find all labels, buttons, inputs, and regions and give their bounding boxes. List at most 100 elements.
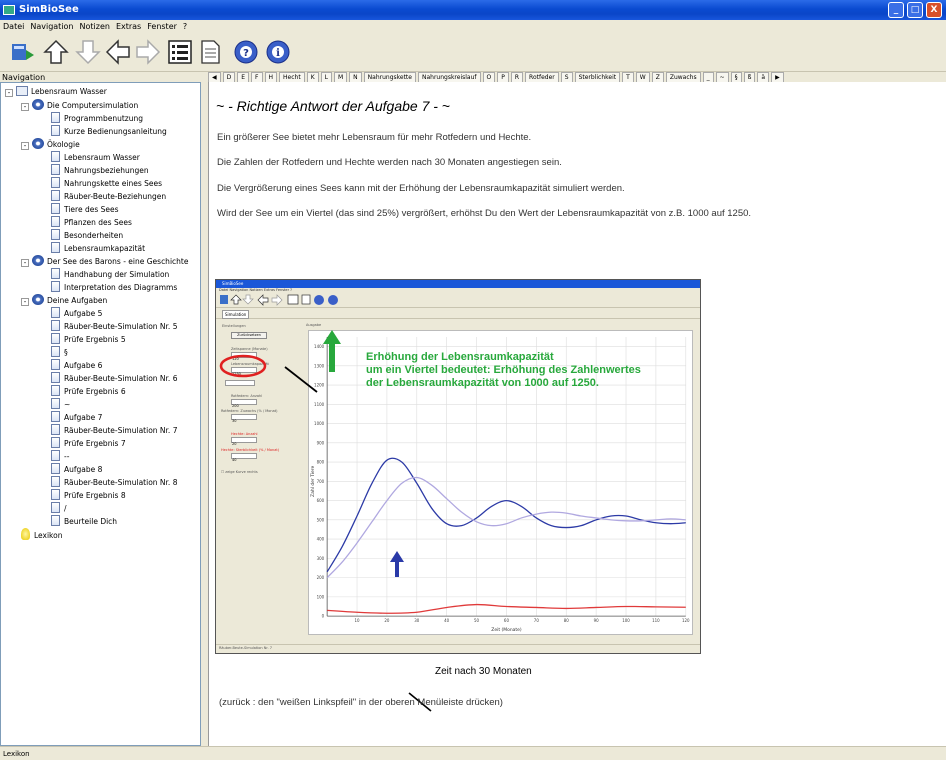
folder-icon bbox=[16, 86, 28, 96]
status-bar: Lexikon bbox=[0, 746, 946, 760]
tree-item-label: Interpretation des Diagramms bbox=[64, 283, 178, 292]
tree-item[interactable]: - Die Computersimulation bbox=[21, 99, 138, 111]
help-book-icon bbox=[32, 255, 44, 266]
collapse-toggle-icon[interactable]: - bbox=[21, 259, 29, 267]
tree-item[interactable]: Räuber-Beute-Beziehungen bbox=[51, 190, 166, 202]
tree-item[interactable]: Lebensraumkapazität bbox=[51, 242, 145, 254]
tree-item[interactable]: Räuber-Beute-Simulation Nr. 8 bbox=[51, 476, 177, 488]
tree-item-label: Nahrungskette eines Sees bbox=[64, 179, 163, 188]
page-icon bbox=[51, 489, 60, 500]
help-book-icon bbox=[32, 138, 44, 149]
tree-item[interactable]: Räuber-Beute-Simulation Nr. 7 bbox=[51, 424, 177, 436]
forward-arrow-icon[interactable] bbox=[134, 38, 162, 66]
collapse-toggle-icon[interactable]: - bbox=[5, 89, 13, 97]
window-title: SimBioSee bbox=[19, 4, 79, 15]
tree-item[interactable]: Nahrungsbeziehungen bbox=[51, 164, 149, 176]
tree-item[interactable]: Beurteile Dich bbox=[51, 515, 117, 527]
down-arrow-icon[interactable] bbox=[74, 38, 102, 66]
tree-item-label: Aufgabe 6 bbox=[64, 361, 103, 370]
info-icon[interactable]: i bbox=[264, 38, 292, 66]
tree-item[interactable]: Aufgabe 5 bbox=[51, 307, 102, 319]
help-icon[interactable]: ? bbox=[232, 38, 260, 66]
tree-item[interactable]: Räuber-Beute-Simulation Nr. 6 bbox=[51, 372, 177, 384]
page-icon bbox=[51, 437, 60, 448]
navigation-label: Navigation bbox=[2, 73, 46, 82]
tree-item[interactable]: - Lebensraum Wasser bbox=[5, 86, 107, 98]
tree-item[interactable]: Handhabung der Simulation bbox=[51, 268, 169, 280]
tree-item[interactable]: Programmbenutzung bbox=[51, 112, 143, 124]
tree-item-label: ~ bbox=[64, 400, 71, 409]
tree-item[interactable]: - Deine Aufgaben bbox=[21, 294, 107, 306]
menu-datei[interactable]: Datei bbox=[0, 20, 27, 34]
tree-item-label: Der See des Barons - eine Geschichte bbox=[47, 257, 189, 266]
menu-fenster[interactable]: Fenster bbox=[144, 20, 180, 34]
annotation-overlay bbox=[284, 330, 404, 577]
tree-item[interactable]: Prüfe Ergebnis 8 bbox=[51, 489, 126, 501]
tree-item[interactable]: Kurze Bedienungsanleitung bbox=[51, 125, 167, 137]
tree-item[interactable]: Prüfe Ergebnis 5 bbox=[51, 333, 126, 345]
page-icon bbox=[51, 307, 60, 318]
tree-item[interactable]: Interpretation des Diagramms bbox=[51, 281, 177, 293]
up-arrow-icon[interactable] bbox=[42, 38, 70, 66]
lightbulb-icon bbox=[21, 528, 30, 540]
tree-item[interactable]: Nahrungskette eines Sees bbox=[51, 177, 162, 189]
tree-item-label: Kurze Bedienungsanleitung bbox=[64, 127, 167, 136]
tree-item[interactable]: Aufgabe 8 bbox=[51, 463, 102, 475]
tree-item-label: Die Computersimulation bbox=[47, 101, 139, 110]
page-icon bbox=[51, 190, 60, 201]
back-arrow-icon[interactable] bbox=[104, 38, 132, 66]
menu-navigation[interactable]: Navigation bbox=[27, 20, 76, 34]
collapse-toggle-icon[interactable]: - bbox=[21, 103, 29, 111]
tree-item-label: Prüfe Ergebnis 8 bbox=[64, 491, 126, 500]
tree-item[interactable]: Aufgabe 6 bbox=[51, 359, 102, 371]
tree-item-label: Räuber-Beute-Simulation Nr. 8 bbox=[64, 478, 178, 487]
tree-item[interactable]: Tiere des Sees bbox=[51, 203, 119, 215]
tree-item[interactable]: Lexikon bbox=[21, 528, 62, 540]
page-icon bbox=[51, 320, 60, 331]
page-icon bbox=[51, 164, 60, 175]
page-icon bbox=[51, 359, 60, 370]
menu-extras[interactable]: Extras bbox=[113, 20, 144, 34]
page-icon bbox=[51, 372, 60, 383]
paragraph-1: Ein größerer See bietet mehr Lebensraum … bbox=[217, 132, 532, 143]
maximize-button[interactable]: □ bbox=[907, 2, 923, 18]
tree-item-label: Aufgabe 8 bbox=[64, 465, 103, 474]
page-icon bbox=[51, 333, 60, 344]
tree-item-label: § bbox=[64, 348, 68, 357]
tree-item-label: Lexikon bbox=[34, 531, 63, 540]
page-icon bbox=[51, 242, 60, 253]
tree-item-label: Tiere des Sees bbox=[64, 205, 119, 214]
contents-icon[interactable] bbox=[166, 38, 194, 66]
tree-item[interactable]: - Ökologie bbox=[21, 138, 80, 150]
tree-item[interactable]: -- bbox=[51, 450, 69, 462]
svg-text:?: ? bbox=[243, 48, 249, 59]
tree-item[interactable]: - Der See des Barons - eine Geschichte bbox=[21, 255, 188, 267]
tree-item[interactable]: / bbox=[51, 502, 67, 514]
page-icon[interactable] bbox=[196, 38, 224, 66]
tree-item[interactable]: Prüfe Ergebnis 7 bbox=[51, 437, 126, 449]
svg-text:i: i bbox=[276, 48, 280, 59]
collapse-toggle-icon[interactable]: - bbox=[21, 298, 29, 306]
close-button[interactable]: X bbox=[926, 2, 942, 18]
tree-item[interactable]: Lebensraum Wasser bbox=[51, 151, 140, 163]
pointer-line-top bbox=[284, 366, 318, 393]
tree-item[interactable]: § bbox=[51, 346, 68, 358]
blue-up-arrow bbox=[390, 551, 404, 577]
tree-item-label: Räuber-Beute-Beziehungen bbox=[64, 192, 167, 201]
tree-item-label: Lebensraum Wasser bbox=[64, 153, 140, 162]
collapse-toggle-icon[interactable]: - bbox=[21, 142, 29, 150]
tree-item[interactable]: Prüfe Ergebnis 6 bbox=[51, 385, 126, 397]
tree-item[interactable]: Räuber-Beute-Simulation Nr. 5 bbox=[51, 320, 177, 332]
tree-item[interactable]: ~ bbox=[51, 398, 70, 410]
menu-help[interactable]: ? bbox=[180, 20, 190, 34]
page-icon bbox=[51, 450, 60, 461]
tree-item-label: Beurteile Dich bbox=[64, 517, 118, 526]
tree-item-label: Ökologie bbox=[47, 140, 80, 149]
tree-item[interactable]: Pflanzen des Sees bbox=[51, 216, 132, 228]
sync-icon[interactable] bbox=[8, 38, 36, 66]
menu-notizen[interactable]: Notizen bbox=[77, 20, 113, 34]
tree-item[interactable]: Aufgabe 7 bbox=[51, 411, 102, 423]
tree-item[interactable]: Besonderheiten bbox=[51, 229, 123, 241]
paragraph-2: Die Zahlen der Rotfedern und Hechte werd… bbox=[217, 157, 562, 168]
minimize-button[interactable]: _ bbox=[888, 2, 904, 18]
